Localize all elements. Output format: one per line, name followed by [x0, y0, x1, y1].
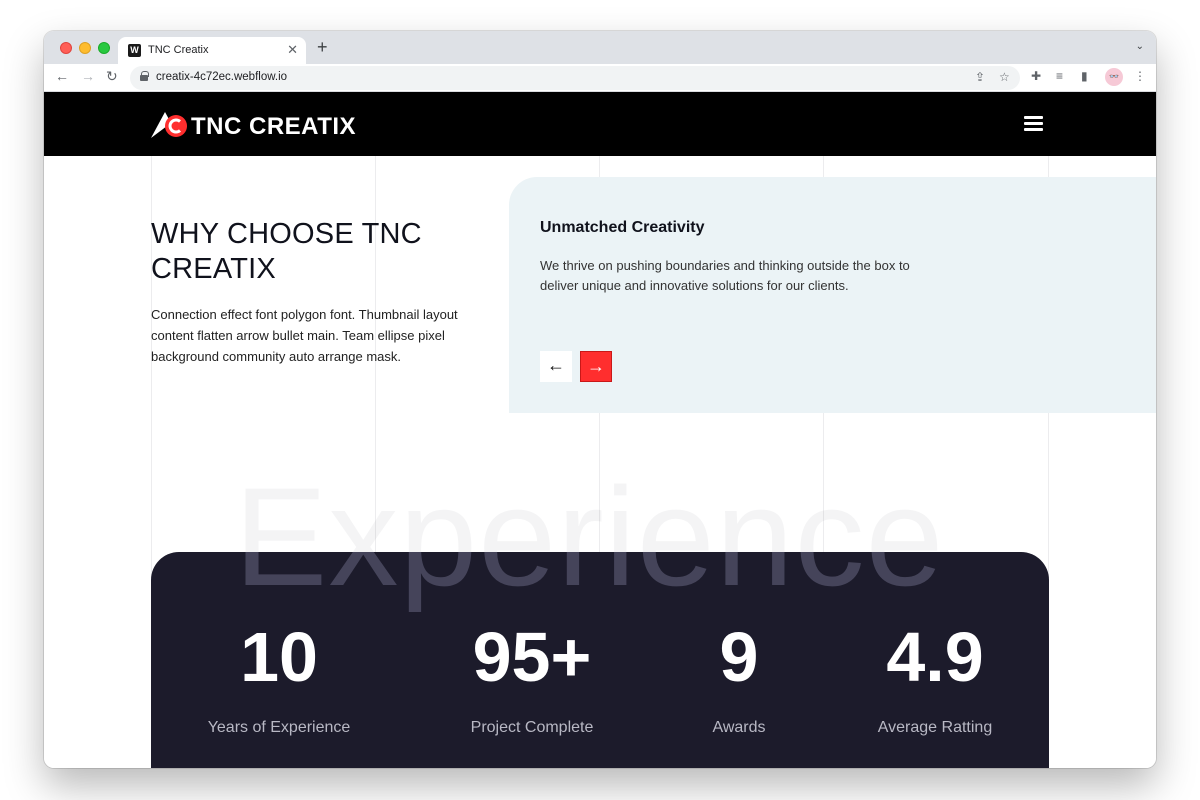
stat-label: Project Complete — [470, 719, 594, 736]
webpage: TNC CREATIX WHY CHOOSE TNC CREATIX Conne… — [44, 92, 1156, 768]
extensions-puzzle-icon[interactable]: ✚ — [1031, 69, 1041, 83]
stat-awards: 9 Awards — [679, 617, 799, 737]
stat-label: Years of Experience — [207, 719, 351, 736]
stat-rating: 4.9 Average Ratting — [855, 617, 1015, 737]
close-window-button[interactable] — [60, 42, 72, 54]
maximize-window-button[interactable] — [98, 42, 110, 54]
stat-years: 10 Years of Experience — [199, 617, 359, 737]
tab-close-icon[interactable]: ✕ — [287, 42, 298, 58]
stat-value: 10 — [240, 618, 318, 696]
watermark-overlap: Experience — [151, 552, 1049, 612]
stat-value: 9 — [719, 618, 759, 696]
stat-projects: 95+ Project Complete — [452, 617, 612, 737]
forward-arrow-icon[interactable]: → — [81, 68, 95, 84]
logo-text[interactable]: TNC CREATIX — [191, 113, 356, 141]
back-arrow-icon[interactable]: ← — [55, 68, 69, 84]
tab-search-chevron-icon[interactable]: ⌄ — [1136, 41, 1144, 52]
feature-card: Unmatched Creativity We thrive on pushin… — [509, 177, 1156, 413]
prev-slide-button[interactable]: ← — [540, 351, 572, 382]
side-panel-icon[interactable]: ▮ — [1081, 69, 1088, 83]
webflow-favicon-icon: W — [128, 44, 141, 57]
minimize-window-button[interactable] — [79, 42, 91, 54]
watermark-overlap-text: Experience — [234, 552, 944, 612]
next-slide-button[interactable]: → — [580, 351, 612, 382]
media-queue-icon[interactable]: ≡ — [1056, 69, 1063, 83]
share-icon[interactable]: ⇪ — [975, 70, 985, 84]
profile-avatar[interactable]: 👓 — [1105, 68, 1123, 86]
bookmark-star-icon[interactable]: ☆ — [999, 70, 1010, 84]
feature-text: We thrive on pushing boundaries and thin… — [540, 258, 910, 293]
stat-value: 4.9 — [886, 618, 984, 696]
stat-label: Average Ratting — [877, 719, 993, 736]
logo-mark-icon[interactable] — [151, 111, 189, 139]
browser-window: W TNC Creatix ✕ + ⌄ ← → ↻ creatix-4c72ec… — [44, 31, 1156, 768]
stat-value: 95+ — [472, 618, 592, 696]
stat-label: Awards — [712, 719, 766, 736]
lock-icon — [140, 71, 149, 81]
site-navbar: TNC CREATIX — [44, 92, 1156, 156]
browser-tab[interactable]: W TNC Creatix ✕ — [118, 37, 306, 64]
tab-strip: W TNC Creatix ✕ + ⌄ — [44, 31, 1156, 64]
why-choose-heading: WHY CHOOSE TNC CREATIX — [151, 218, 422, 285]
address-bar[interactable]: creatix-4c72ec.webflow.io ⇪ ☆ — [130, 66, 1020, 90]
reload-icon[interactable]: ↻ — [106, 68, 118, 85]
tab-title: TNC Creatix — [148, 44, 209, 56]
url-text: creatix-4c72ec.webflow.io — [156, 71, 288, 83]
feature-title: Unmatched Creativity — [540, 219, 705, 236]
new-tab-plus-icon[interactable]: + — [317, 37, 328, 58]
hamburger-menu-icon[interactable] — [1024, 116, 1043, 131]
why-choose-description: Connection effect font polygon font. Thu… — [151, 307, 458, 364]
browser-toolbar: ← → ↻ creatix-4c72ec.webflow.io ⇪ ☆ ✚ ≡ … — [44, 64, 1156, 92]
menu-kebab-icon[interactable]: ⋮ — [1134, 69, 1146, 83]
